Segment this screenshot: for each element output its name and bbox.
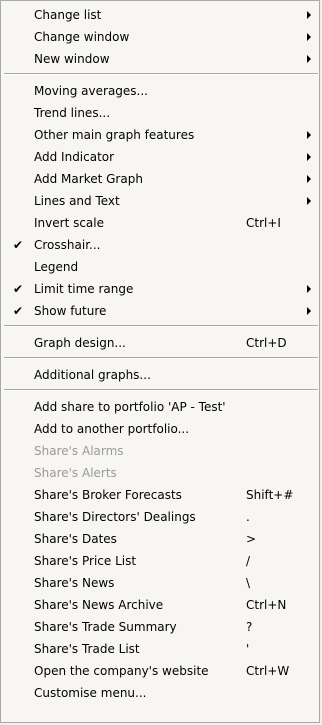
submenu-arrow-icon <box>307 175 311 183</box>
submenu-arrow-icon <box>307 197 311 205</box>
submenu-arrow-icon <box>307 11 311 19</box>
submenu-arrow-icon <box>307 307 311 315</box>
menu-item-label: Additional graphs... <box>34 368 151 382</box>
menu-item-add-indicator[interactable]: Add Indicator <box>1 146 319 168</box>
checkmark-icon: ✔ <box>13 282 24 296</box>
menu-item-label: Crosshair... <box>34 238 101 252</box>
menu-item-shortcut: \ <box>246 576 251 590</box>
menu-item-share-s-news[interactable]: Share's News \ <box>1 572 319 594</box>
menu-item-share-s-price-list[interactable]: Share's Price List / <box>1 550 319 572</box>
menu-item-crosshair[interactable]: ✔ Crosshair... <box>1 234 319 256</box>
menu-item-label: Add Indicator <box>34 150 115 164</box>
submenu-arrow-icon <box>307 131 311 139</box>
menu-item-share-s-trade-list[interactable]: Share's Trade List ' <box>1 638 319 660</box>
menu-item-label: Other main graph features <box>34 128 195 142</box>
menu-item-shortcut: ? <box>246 620 253 634</box>
menu-item-share-s-trade-summary[interactable]: Share's Trade Summary? <box>1 616 319 638</box>
menu-item-customise-menu[interactable]: Customise menu... <box>1 682 319 704</box>
menu-item-label: Add to another portfolio... <box>34 422 190 436</box>
menu-item-share-s-alarms: Share's Alarms <box>1 440 319 462</box>
menu-item-limit-time-range[interactable]: ✔ Limit time range <box>1 278 319 300</box>
submenu-arrow-icon <box>307 55 311 63</box>
menu-item-label: Share's Price List <box>34 554 137 568</box>
menu-item-shortcut: Ctrl+D <box>246 336 287 350</box>
menu-item-label: Share's News <box>34 576 115 590</box>
menu-item-shortcut: Ctrl+N <box>246 598 287 612</box>
menu-separator <box>4 325 318 327</box>
menu-item-share-s-directors-dealings[interactable]: Share's Directors' Dealings. <box>1 506 319 528</box>
menu-item-change-window[interactable]: Change window <box>1 26 319 48</box>
menu-item-label: Change list <box>34 8 102 22</box>
menu-item-share-s-alerts: Share's Alerts <box>1 462 319 484</box>
menu-item-shortcut: / <box>246 554 251 568</box>
menu-item-label: Limit time range <box>34 282 134 296</box>
menu-separator <box>4 357 318 359</box>
menu-item-label: Share's Broker Forecasts <box>34 488 182 502</box>
menu-item-label: Share's Directors' Dealings <box>34 510 196 524</box>
menu-item-other-main-graph-features[interactable]: Other main graph features <box>1 124 319 146</box>
menu-item-label: Lines and Text <box>34 194 120 208</box>
menu-item-moving-averages[interactable]: Moving averages... <box>1 80 319 102</box>
menu-item-add-share-to-portfolio-ap-test[interactable]: Add share to portfolio 'AP - Test' <box>1 396 319 418</box>
menu-item-open-the-company-s-website[interactable]: Open the company's website Ctrl+W <box>1 660 319 682</box>
menu-item-shortcut: > <box>246 532 257 546</box>
menu-item-label: Share's News Archive <box>34 598 164 612</box>
menu-separator <box>4 73 318 75</box>
menu-item-add-to-another-portfolio[interactable]: Add to another portfolio... <box>1 418 319 440</box>
menu-item-label: Legend <box>34 260 79 274</box>
submenu-arrow-icon <box>307 33 311 41</box>
menu-item-shortcut: Ctrl+I <box>246 216 281 230</box>
menu-item-label: Graph design... <box>34 336 126 350</box>
checkmark-icon: ✔ <box>13 304 24 318</box>
menu-item-label: Moving averages... <box>34 84 148 98</box>
menu-item-additional-graphs[interactable]: Additional graphs... <box>1 364 319 386</box>
menu-item-label: Add share to portfolio 'AP - Test' <box>34 400 226 414</box>
menu-item-lines-and-text[interactable]: Lines and Text <box>1 190 319 212</box>
menu-item-label: Share's Trade List <box>34 642 140 656</box>
menu-item-label: Show future <box>34 304 107 318</box>
menu-item-shortcut: Ctrl+W <box>246 664 290 678</box>
menu-item-label: Customise menu... <box>34 686 147 700</box>
menu-item-new-window[interactable]: New window <box>1 48 319 70</box>
menu-item-invert-scale[interactable]: Invert scale Ctrl+I <box>1 212 319 234</box>
menu-item-label: Open the company's website <box>34 664 209 678</box>
submenu-arrow-icon <box>307 285 311 293</box>
submenu-arrow-icon <box>307 153 311 161</box>
menu-item-label: Share's Trade Summary <box>34 620 177 634</box>
menu-item-label: Share's Alerts <box>34 466 117 480</box>
menu-item-graph-design[interactable]: Graph design... Ctrl+D <box>1 332 319 354</box>
menu-item-label: Share's Dates <box>34 532 117 546</box>
menu-item-label: Invert scale <box>34 216 105 230</box>
menu-item-trend-lines[interactable]: Trend lines... <box>1 102 319 124</box>
menu-item-shortcut: ' <box>246 642 250 656</box>
menu-item-label: Trend lines... <box>34 106 111 120</box>
menu-item-label: Change window <box>34 30 130 44</box>
menu-item-label: Share's Alarms <box>34 444 124 458</box>
menu-item-legend[interactable]: Legend <box>1 256 319 278</box>
menu-item-show-future[interactable]: ✔ Show future <box>1 300 319 322</box>
menu-item-add-market-graph[interactable]: Add Market Graph <box>1 168 319 190</box>
menu-item-share-s-broker-forecasts[interactable]: Share's Broker Forecasts Shift+# <box>1 484 319 506</box>
menu-item-label: New window <box>34 52 110 66</box>
menu-separator <box>4 389 318 391</box>
menu-item-label: Add Market Graph <box>34 172 143 186</box>
menu-item-change-list[interactable]: Change list <box>1 4 319 26</box>
context-menu: Change list Change window New window Moving… <box>0 0 320 723</box>
menu-item-share-s-dates[interactable]: Share's Dates > <box>1 528 319 550</box>
menu-item-share-s-news-archive[interactable]: Share's News Archive Ctrl+N <box>1 594 319 616</box>
menu-item-shortcut: Shift+# <box>246 488 294 502</box>
menu-item-shortcut: . <box>246 510 250 524</box>
checkmark-icon: ✔ <box>13 238 24 252</box>
